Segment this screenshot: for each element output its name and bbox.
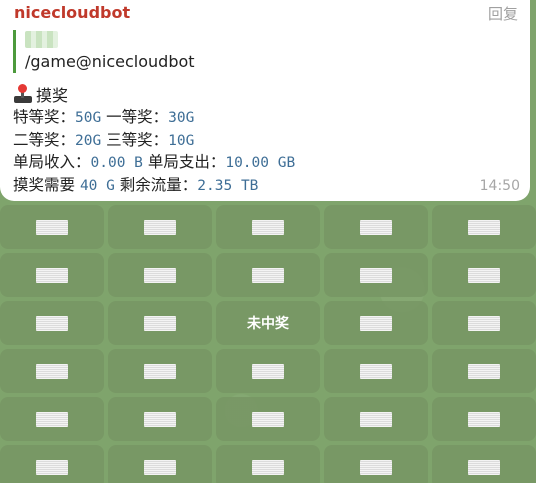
keyboard-button-result[interactable]: 未中奖 (216, 301, 320, 345)
keyboard-button-hidden[interactable] (0, 349, 104, 393)
info-value: 0.00 B (90, 155, 143, 171)
keyboard-button-hidden[interactable] (216, 445, 320, 483)
message-title: 摸奖 (13, 82, 68, 106)
hidden-prize-icon (360, 363, 392, 379)
keyboard-button-hidden[interactable] (108, 301, 212, 345)
keyboard-button-hidden[interactable] (432, 205, 536, 249)
info-line: 二等奖：20G 三等奖：10G (13, 128, 194, 150)
keyboard-button-hidden[interactable] (432, 301, 536, 345)
keyboard-button-hidden[interactable] (432, 445, 536, 483)
keyboard-button-hidden[interactable] (432, 253, 536, 297)
hidden-prize-icon (144, 267, 176, 283)
hidden-prize-icon (252, 363, 284, 379)
title-text: 摸奖 (36, 86, 69, 105)
keyboard-button-hidden[interactable] (324, 205, 428, 249)
info-value: 40 G (79, 178, 115, 194)
keyboard-button-hidden[interactable] (324, 349, 428, 393)
keyboard-button-hidden[interactable] (432, 349, 536, 393)
hidden-prize-icon (252, 219, 284, 235)
info-value: 50G (75, 110, 102, 126)
hidden-prize-icon (36, 363, 68, 379)
keyboard-button-hidden[interactable] (108, 253, 212, 297)
info-line: 单局收入：0.00 B 单局支出：10.00 GB (13, 150, 295, 172)
hidden-prize-icon (360, 219, 392, 235)
hidden-prize-icon (360, 315, 392, 331)
info-label: 单局收入： (13, 153, 91, 171)
joystick-icon (13, 84, 33, 104)
keyboard-button-hidden[interactable] (0, 205, 104, 249)
hidden-prize-icon (36, 219, 68, 235)
info-label: 单局支出： (142, 153, 226, 171)
quoted-sender-redacted (25, 31, 58, 48)
keyboard-button-hidden[interactable] (108, 205, 212, 249)
keyboard-button-hidden[interactable] (216, 349, 320, 393)
info-line: 特等奖：50G 一等奖：30G (13, 105, 194, 127)
keyboard-button-hidden[interactable] (324, 397, 428, 441)
keyboard-button-hidden[interactable] (108, 445, 212, 483)
keyboard-button-hidden[interactable] (216, 253, 320, 297)
hidden-prize-icon (36, 459, 68, 475)
info-value: 10G (168, 133, 195, 149)
info-value: 2.35 TB (197, 178, 259, 194)
info-label: 剩余流量： (114, 176, 198, 194)
keyboard-button-hidden[interactable] (108, 397, 212, 441)
hidden-prize-icon (144, 363, 176, 379)
keyboard-button-hidden[interactable] (0, 397, 104, 441)
quoted-command[interactable]: /game@nicecloudbot (25, 52, 195, 71)
keyboard-button-hidden[interactable] (108, 349, 212, 393)
hidden-prize-icon (252, 267, 284, 283)
hidden-prize-icon (36, 315, 68, 331)
hidden-prize-icon (36, 267, 68, 283)
hidden-prize-icon (36, 411, 68, 427)
info-label: 一等奖： (101, 108, 169, 126)
info-label: 摸奖需要 (13, 176, 80, 194)
keyboard-button-hidden[interactable] (0, 301, 104, 345)
hidden-prize-icon (360, 459, 392, 475)
info-label: 二等奖： (13, 131, 76, 149)
hidden-prize-icon (468, 315, 500, 331)
reply-button[interactable]: 回复 (488, 3, 518, 24)
hidden-prize-icon (144, 411, 176, 427)
keyboard-button-hidden[interactable] (324, 301, 428, 345)
keyboard-button-hidden[interactable] (0, 253, 104, 297)
hidden-prize-icon (468, 411, 500, 427)
keyboard-button-hidden[interactable] (324, 253, 428, 297)
keyboard-button-hidden[interactable] (0, 445, 104, 483)
hidden-prize-icon (144, 219, 176, 235)
quote-bar (13, 30, 16, 73)
info-line: 摸奖需要 40 G 剩余流量：2.35 TB (13, 173, 258, 195)
hidden-prize-icon (468, 219, 500, 235)
info-value: 30G (168, 110, 195, 126)
hidden-prize-icon (468, 459, 500, 475)
hidden-prize-icon (360, 411, 392, 427)
keyboard-button-hidden[interactable] (432, 397, 536, 441)
info-label: 特等奖： (13, 108, 76, 126)
hidden-prize-icon (144, 315, 176, 331)
info-value: 20G (75, 133, 102, 149)
info-value: 10.00 GB (225, 155, 296, 171)
info-label: 三等奖： (101, 131, 169, 149)
message-bubble: nicecloudbot 回复 /game@nicecloudbot 摸奖 特等… (0, 0, 530, 201)
hidden-prize-icon (468, 267, 500, 283)
message-time: 14:50 (479, 178, 520, 194)
keyboard-button-hidden[interactable] (324, 445, 428, 483)
keyboard-button-hidden[interactable] (216, 397, 320, 441)
hidden-prize-icon (252, 459, 284, 475)
keyboard-button-label: 未中奖 (247, 316, 289, 332)
sender-name[interactable]: nicecloudbot (14, 3, 130, 22)
hidden-prize-icon (144, 459, 176, 475)
keyboard-button-hidden[interactable] (216, 205, 320, 249)
hidden-prize-icon (252, 411, 284, 427)
hidden-prize-icon (468, 363, 500, 379)
hidden-prize-icon (360, 267, 392, 283)
